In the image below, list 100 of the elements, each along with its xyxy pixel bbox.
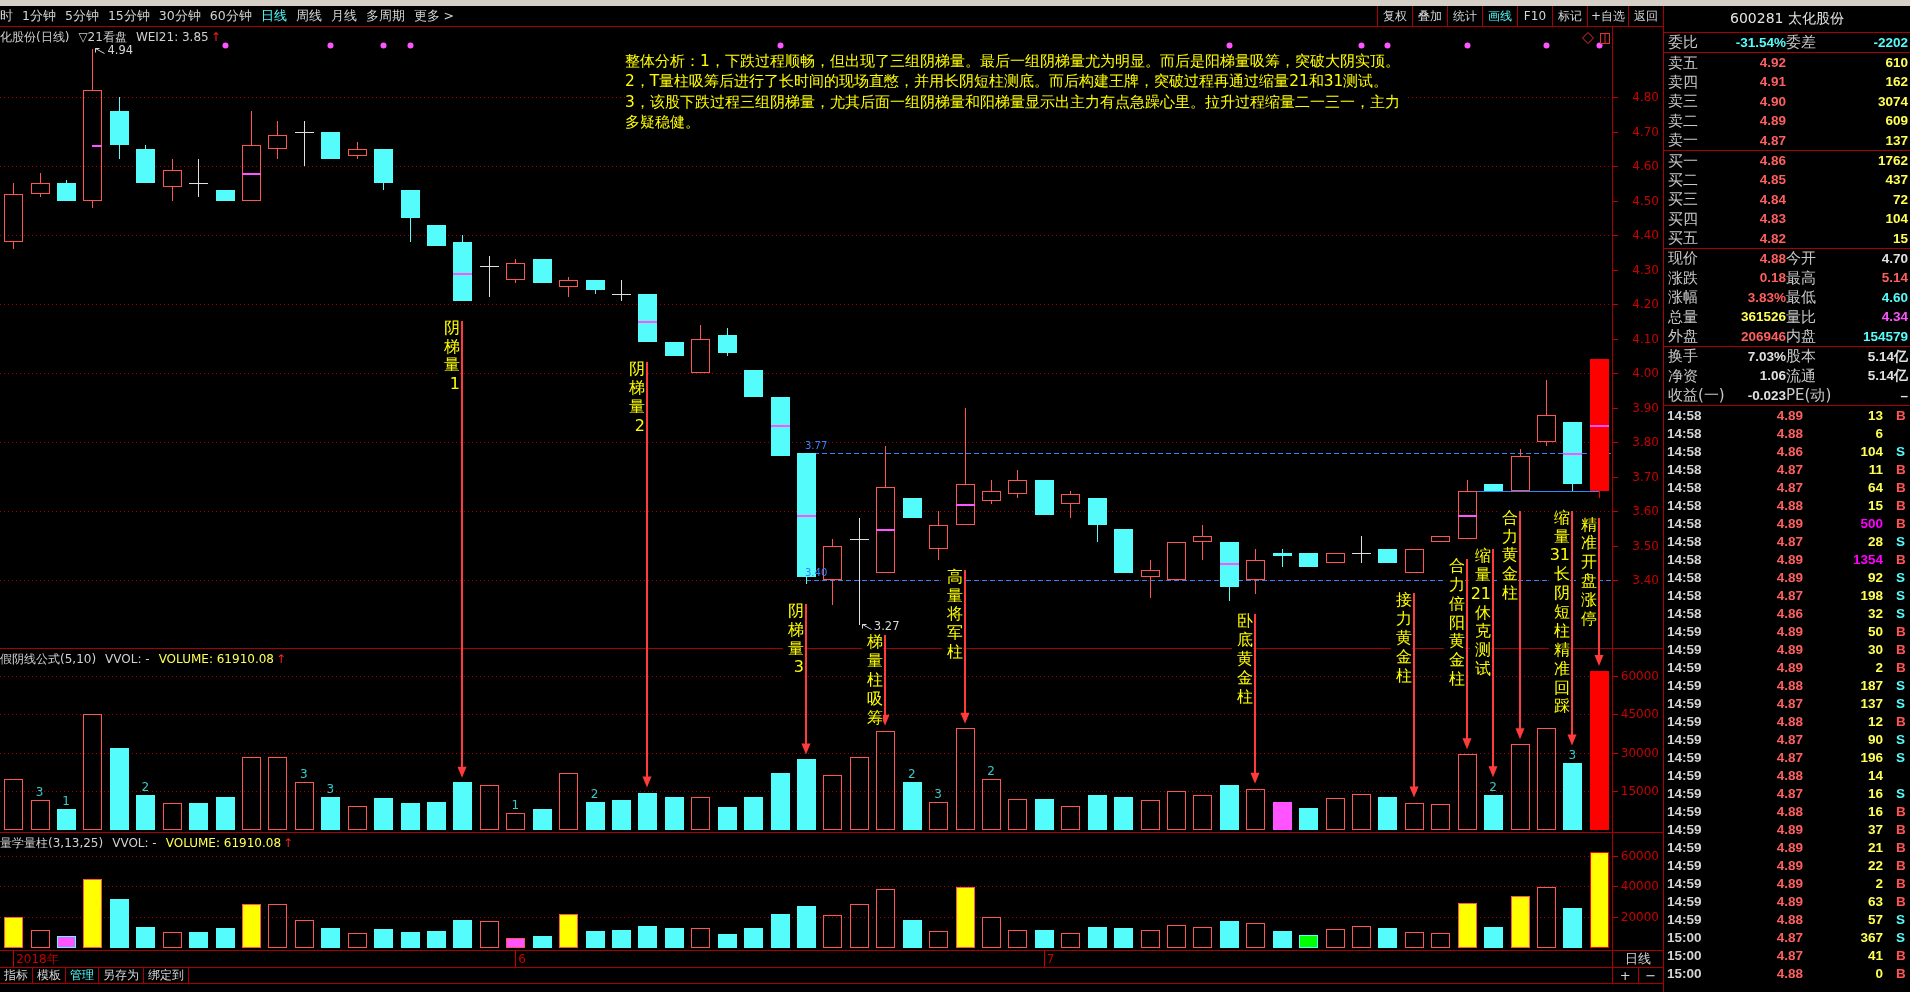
volume-bar bbox=[480, 785, 499, 830]
tool-button[interactable]: F10 bbox=[1516, 6, 1552, 26]
trade-price: 4.88 bbox=[1776, 713, 1803, 729]
trade-time: 15:00 bbox=[1667, 965, 1702, 981]
trade-volume: 30 bbox=[1867, 641, 1883, 657]
order-volume: 162 bbox=[1885, 74, 1908, 91]
volume-bar bbox=[401, 803, 420, 830]
candle bbox=[110, 96, 129, 160]
candle bbox=[1352, 535, 1371, 564]
period-tab[interactable]: 时 bbox=[0, 6, 13, 26]
period-tab[interactable]: 更多 > bbox=[413, 6, 455, 26]
field-label: 委比 bbox=[1668, 33, 1698, 53]
volume-bar bbox=[348, 806, 367, 830]
trade-price: 4.89 bbox=[1776, 623, 1803, 639]
order-volume: 104 bbox=[1885, 211, 1908, 228]
trade-time: 14:59 bbox=[1667, 911, 1702, 927]
signal-dot bbox=[1543, 42, 1550, 49]
volume-bar bbox=[189, 803, 208, 830]
volume-bar bbox=[1484, 927, 1503, 948]
volume-bar bbox=[1008, 930, 1027, 948]
field-value: 1.06 bbox=[1759, 368, 1786, 385]
field-label: 涨幅 bbox=[1668, 288, 1698, 308]
candle bbox=[1141, 559, 1160, 599]
trade-side: B bbox=[1895, 965, 1906, 981]
period-tab[interactable]: 周线 bbox=[295, 6, 322, 26]
volume-bar bbox=[1352, 794, 1371, 830]
volume-bar bbox=[1378, 797, 1397, 830]
tool-button[interactable]: 统计 bbox=[1446, 6, 1482, 26]
volume-bar bbox=[586, 931, 605, 948]
bar-note: 2 bbox=[907, 767, 916, 782]
signal-dot bbox=[380, 42, 387, 49]
period-tab[interactable]: 60分钟 bbox=[209, 6, 252, 26]
volume-bar bbox=[295, 782, 314, 830]
panel-icon[interactable] bbox=[1600, 32, 1610, 44]
bar-note: 3 bbox=[35, 785, 44, 800]
volume-bar bbox=[1008, 799, 1027, 830]
signal-dot bbox=[1226, 42, 1233, 49]
trade-side: S bbox=[1895, 731, 1905, 747]
volume-bar bbox=[929, 931, 948, 948]
volume-bar bbox=[612, 800, 631, 830]
trade-price: 4.87 bbox=[1776, 479, 1803, 495]
trade-volume: 14 bbox=[1867, 767, 1883, 783]
period-tab[interactable]: 多周期 bbox=[365, 6, 405, 26]
trend-arrow: ↑ bbox=[283, 836, 294, 850]
volume-bar bbox=[744, 928, 763, 948]
trade-volume: 0 bbox=[1875, 965, 1883, 981]
tool-button[interactable]: 复权 bbox=[1376, 6, 1412, 26]
zoom-button[interactable]: − bbox=[1637, 968, 1663, 983]
period-tab[interactable]: 1分钟 bbox=[22, 6, 56, 26]
period-tab[interactable]: 15分钟 bbox=[107, 6, 150, 26]
volume-bar bbox=[136, 795, 155, 830]
candle bbox=[1378, 548, 1397, 564]
order-volume: 15 bbox=[1892, 230, 1908, 247]
trade-side: B bbox=[1895, 641, 1906, 657]
order-price: 4.82 bbox=[1759, 230, 1786, 247]
zoom-button[interactable]: + bbox=[1613, 968, 1638, 983]
trade-volume: 15 bbox=[1867, 497, 1883, 513]
axis-label: 3.70 bbox=[1632, 470, 1659, 484]
tool-button[interactable]: 画线 bbox=[1481, 6, 1517, 26]
volume-bar bbox=[1352, 926, 1371, 948]
field-label: 内盘 bbox=[1786, 327, 1816, 347]
trade-time: 14:59 bbox=[1667, 749, 1702, 765]
period-tab[interactable]: 日线 bbox=[260, 6, 287, 26]
volume-bar bbox=[57, 936, 76, 948]
annotation-label: 阴梯量3 bbox=[783, 601, 804, 678]
volume-bar bbox=[401, 932, 420, 948]
period-tab[interactable]: 30分钟 bbox=[158, 6, 201, 26]
trade-time: 15:00 bbox=[1667, 947, 1702, 963]
trade-time: 14:59 bbox=[1667, 641, 1702, 657]
trade-time: 14:59 bbox=[1667, 875, 1702, 891]
trade-price: 4.89 bbox=[1776, 875, 1803, 891]
bottom-tab[interactable]: 指标 bbox=[0, 968, 33, 983]
period-tab[interactable]: 月线 bbox=[330, 6, 357, 26]
volume-bar bbox=[1431, 933, 1450, 948]
volume-bar bbox=[506, 813, 525, 830]
period-tab[interactable]: 5分钟 bbox=[64, 6, 99, 26]
bottom-tab[interactable]: 管理 bbox=[66, 968, 99, 983]
indicator-reading: VVOL: - bbox=[105, 652, 150, 666]
volume-bar bbox=[1326, 798, 1345, 830]
candle bbox=[1484, 483, 1503, 492]
axis-label: 4.40 bbox=[1632, 229, 1659, 243]
trade-time: 14:59 bbox=[1667, 713, 1702, 729]
volume-bar bbox=[1061, 806, 1080, 830]
volume-bar bbox=[559, 773, 578, 830]
trade-time: 14:59 bbox=[1667, 821, 1702, 837]
indicator-reading: ▽21看盘 bbox=[78, 30, 127, 44]
tool-button[interactable]: 叠加 bbox=[1411, 6, 1447, 26]
bar-note: 2 bbox=[987, 763, 995, 778]
date-label: 6 bbox=[515, 951, 526, 967]
trade-price: 4.88 bbox=[1776, 803, 1803, 819]
tool-button[interactable]: +自选 bbox=[1586, 6, 1628, 26]
tool-button[interactable]: 返回 bbox=[1628, 6, 1663, 26]
trade-volume: 37 bbox=[1867, 821, 1883, 837]
tool-button[interactable]: 标记 bbox=[1551, 6, 1587, 26]
bar-note: 3 bbox=[300, 767, 308, 782]
trade-volume: 16 bbox=[1867, 803, 1883, 819]
bottom-tab[interactable]: 模板 bbox=[33, 968, 66, 983]
bottom-tab[interactable]: 绑定到 bbox=[144, 968, 189, 983]
bottom-tab[interactable]: 另存为 bbox=[99, 968, 144, 983]
volume-bar bbox=[163, 803, 182, 830]
